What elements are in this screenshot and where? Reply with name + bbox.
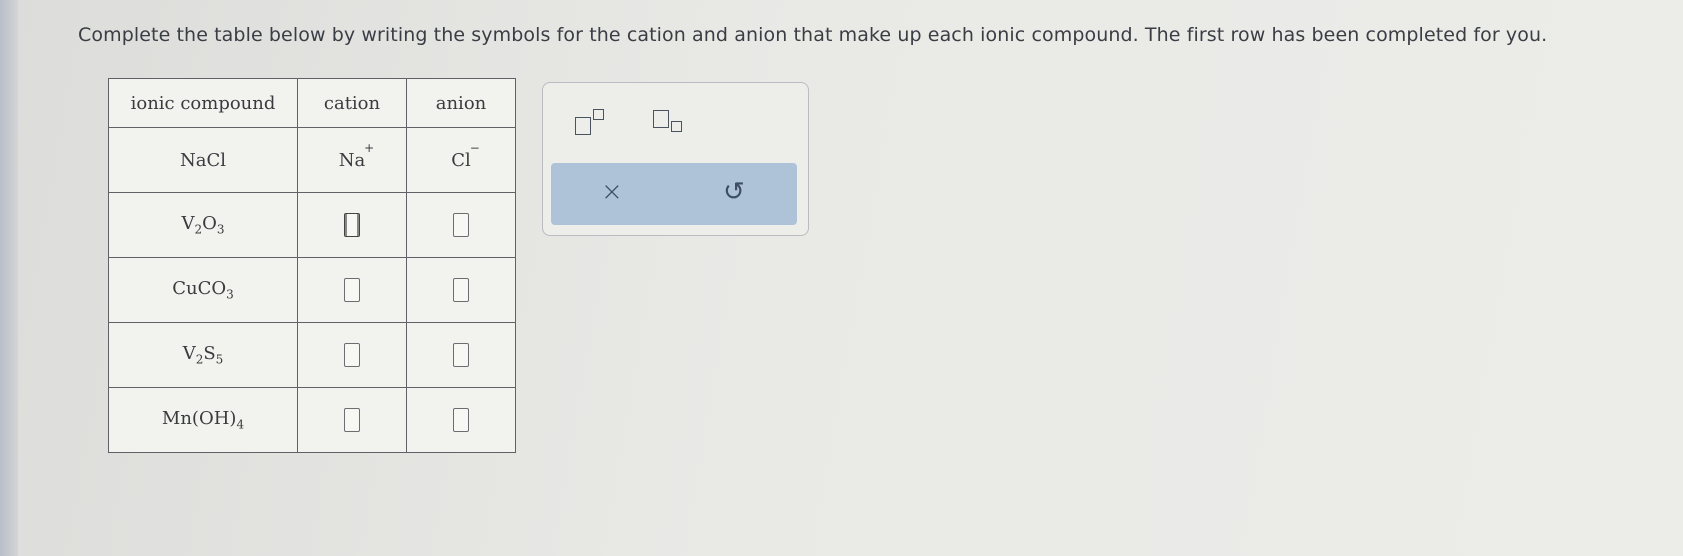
cation-charge: + — [364, 140, 375, 155]
compound-formula: CuCO3 — [108, 257, 298, 323]
compound-formula: V2S5 — [108, 322, 298, 388]
anion-symbol: Cl — [451, 149, 471, 171]
anion-answer-input[interactable] — [453, 213, 469, 237]
cation-answer-input[interactable] — [344, 343, 360, 367]
compound-formula: V2O3 — [108, 192, 298, 258]
ionic-compound-table: ionic compound cation anion NaCl Na + Cl −… — [108, 78, 516, 453]
cation-cell — [297, 257, 407, 323]
action-bar: × ↺ — [551, 163, 797, 225]
cation-cell: Na + — [297, 127, 407, 193]
anion-cell: Cl − — [406, 127, 516, 193]
subscript-template-icon[interactable] — [651, 105, 699, 137]
cation-answer-input[interactable] — [344, 213, 360, 237]
table-row: CuCO3 — [108, 257, 516, 323]
table-row: NaCl Na + Cl − — [108, 127, 516, 193]
header-ionic-compound: ionic compound — [108, 78, 298, 128]
anion-cell — [406, 322, 516, 388]
header-cation: cation — [297, 78, 407, 128]
instruction-text: Complete the table below by writing the … — [78, 24, 1548, 46]
anion-cell — [406, 192, 516, 258]
table-header-row: ionic compound cation anion — [108, 78, 516, 128]
header-anion: anion — [406, 78, 516, 128]
compound-formula: NaCl — [108, 127, 298, 193]
anion-cell — [406, 387, 516, 453]
cation-cell — [297, 387, 407, 453]
anion-answer-input[interactable] — [453, 278, 469, 302]
undo-icon[interactable]: ↺ — [723, 177, 745, 207]
clear-icon[interactable]: × — [601, 177, 623, 207]
table-row: V2O3 — [108, 192, 516, 258]
cation-symbol: Na — [338, 149, 366, 171]
window-edge — [0, 0, 18, 556]
cation-cell — [297, 322, 407, 388]
cation-answer-input[interactable] — [344, 278, 360, 302]
table-row: V2S5 — [108, 322, 516, 388]
cation-cell — [297, 192, 407, 258]
cation-answer-input[interactable] — [344, 408, 360, 432]
compound-formula: Mn(OH)4 — [108, 387, 298, 453]
anion-charge: − — [469, 140, 480, 155]
superscript-template-icon[interactable] — [571, 105, 619, 137]
formula-tool-panel: × ↺ — [542, 82, 809, 236]
anion-answer-input[interactable] — [453, 343, 469, 367]
table-row: Mn(OH)4 — [108, 387, 516, 453]
anion-cell — [406, 257, 516, 323]
anion-answer-input[interactable] — [453, 408, 469, 432]
